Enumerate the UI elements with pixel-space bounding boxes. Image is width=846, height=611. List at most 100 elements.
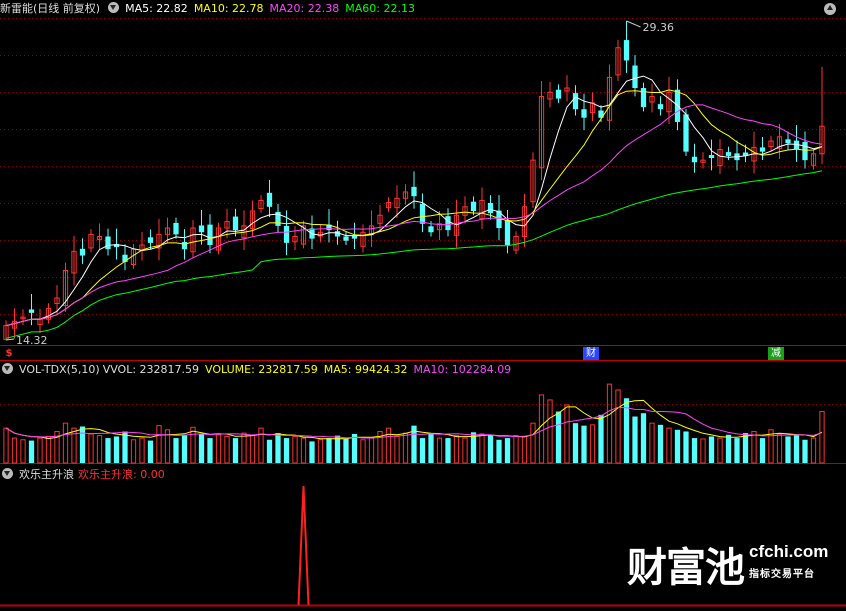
volume-bar-up — [11, 437, 18, 464]
volume-bar-down — [496, 439, 502, 463]
candle-body-down — [632, 65, 638, 89]
volume-bar-up — [317, 439, 324, 464]
candle-body-down — [759, 147, 766, 152]
candle-body-down — [79, 248, 86, 256]
volume-bar-up — [768, 429, 774, 464]
candle-body-down — [147, 237, 154, 243]
candle-body-down — [428, 226, 434, 233]
volume-bar-down — [283, 438, 290, 463]
candle-body-down — [725, 152, 732, 156]
volume-bar-down — [734, 438, 740, 463]
volume-bar-up — [453, 435, 460, 464]
low-price-label: 14.32 — [16, 334, 48, 347]
volume-bar-up — [717, 437, 723, 464]
volume-bar-up — [45, 435, 52, 464]
volume-bar-down — [759, 438, 766, 463]
candle-body-down — [105, 236, 111, 250]
candle-body-down — [28, 309, 35, 313]
chevron-down-icon[interactable] — [2, 468, 13, 479]
indicator-header: 欢乐主升浪 欢乐主升浪: 0.00 — [0, 467, 171, 483]
candle-body-down — [683, 114, 689, 152]
volume-bar-up — [564, 404, 570, 464]
volume-bar-up — [513, 435, 519, 464]
volume-bar-up — [300, 437, 307, 464]
candle-body-down — [232, 216, 239, 231]
volume-bar-down — [326, 438, 332, 463]
volume-bar-down — [657, 424, 664, 463]
candle-body-down — [657, 104, 664, 110]
volume-bar-up — [700, 438, 706, 464]
vol-indicator-name: VOL-TDX(5,10) — [19, 363, 100, 376]
volume-bar-down — [725, 434, 732, 463]
volume-bar-down — [266, 439, 273, 463]
chevron-down-icon[interactable] — [2, 363, 13, 374]
volume-bar-up — [666, 427, 672, 464]
volume-bar-up — [37, 437, 43, 464]
volume-bar-down — [708, 436, 715, 463]
volume-bar-down — [198, 433, 205, 463]
volume-bar-up — [751, 430, 757, 464]
candle-body-down — [207, 224, 213, 245]
chart-stage[interactable]: 29.36 14.32 新雷能(日线 前复权) MA5: 22.82 MA10: 22… — [0, 0, 846, 607]
signal-spike — [297, 485, 310, 606]
volume-bar-down — [445, 438, 451, 463]
volume-bar-up — [402, 432, 409, 464]
volume-bar-up — [88, 433, 94, 464]
volume-bar-up — [249, 435, 256, 464]
volume-bar-up — [649, 422, 655, 464]
candle-body-down — [445, 216, 451, 231]
candle-body-down — [470, 201, 477, 212]
volume-bar-up — [479, 433, 485, 464]
volume-bar-up — [589, 424, 596, 464]
volume-bar-down — [113, 436, 120, 463]
volume-bar-down — [343, 438, 349, 463]
volume-bar-up — [368, 437, 375, 464]
ma10-value: MA10: 22.78 — [193, 2, 264, 15]
volume-bar-down — [147, 440, 154, 463]
marker-reduce[interactable]: 减 — [768, 347, 784, 360]
chevron-down-icon[interactable] — [108, 2, 120, 13]
volume-bar-down — [309, 441, 315, 463]
indicator-name: 欢乐主升浪 — [19, 468, 74, 481]
collapse-icon[interactable] — [824, 3, 836, 15]
volume-bar-down — [742, 433, 749, 463]
marker-dollar[interactable]: $ — [4, 347, 14, 360]
volume-bar-up — [819, 411, 825, 464]
volume-bar-down — [640, 413, 647, 463]
candle-body-down — [343, 236, 349, 241]
volume-bar-up — [360, 439, 366, 464]
volume-bar-down — [572, 423, 579, 463]
volume-bar-up — [385, 427, 392, 464]
volume-bar-up — [96, 435, 103, 464]
kline-chart[interactable]: 29.36 14.32 — [0, 0, 846, 607]
candle-body-down — [785, 139, 791, 144]
volume-bar-up — [224, 435, 230, 464]
candle-body-down — [708, 155, 715, 159]
candle-body-down — [173, 222, 179, 235]
volume-header: VOL-TDX(5,10) VVOL: 232817.59 VOLUME: 2328… — [0, 362, 517, 378]
volume-bar-up — [20, 439, 26, 464]
main-chart-header: 新雷能(日线 前复权) MA5: 22.82 MA10: 22.78 MA20: 22… — [0, 1, 421, 17]
volume-bar-up — [530, 422, 536, 464]
volume-bar-down — [785, 436, 791, 463]
candle-body-down — [487, 202, 494, 214]
volume-bar-up — [521, 435, 528, 464]
volume-bar-up — [810, 437, 817, 464]
ma5-line — [5, 75, 823, 327]
volume-bar-down — [275, 433, 281, 463]
ma5-value: MA5: 22.82 — [125, 2, 188, 15]
vol-ma10-value: MA10: 102284.09 — [413, 363, 512, 376]
volume-bar-up — [258, 427, 264, 464]
volume-bar-down — [555, 411, 562, 463]
watermark-slogan: 指标交易平台 — [749, 569, 815, 580]
candle-body-down — [419, 203, 426, 224]
volume-bar-down — [351, 433, 358, 463]
indicator-value: 欢乐主升浪: 0.00 — [78, 468, 165, 481]
volume-bar-down — [232, 438, 239, 463]
volume-bar-up — [156, 425, 162, 464]
marker-finance[interactable]: 财 — [583, 347, 599, 360]
candle-body-down — [504, 220, 511, 245]
candle-body-down — [572, 93, 579, 110]
volume-bar-up — [3, 427, 9, 464]
volume-bar-up — [394, 435, 400, 464]
